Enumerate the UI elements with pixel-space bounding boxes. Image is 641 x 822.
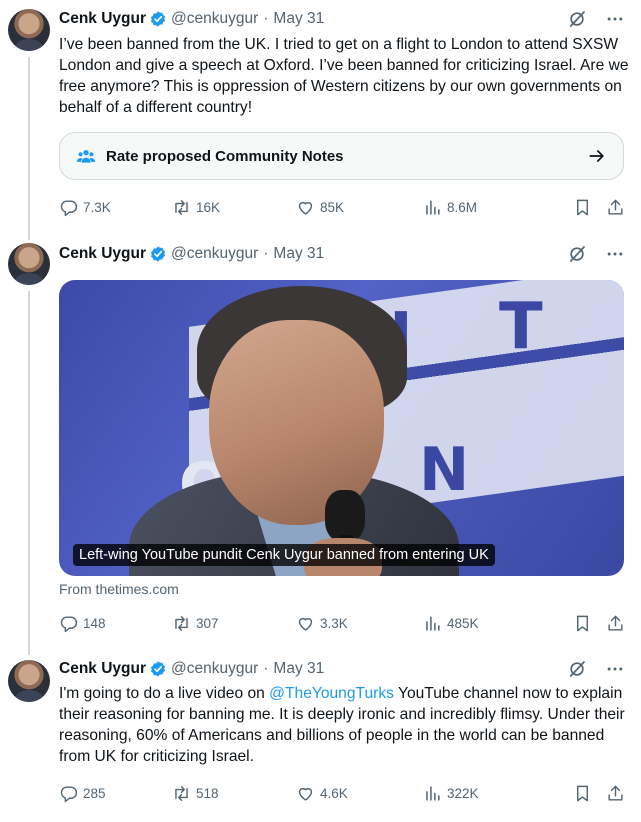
more-icon[interactable]	[605, 9, 625, 29]
author-handle[interactable]: @cenkuygur	[171, 10, 258, 28]
tweet-header: Cenk Uygur @cenkuygur · May 31	[59, 658, 324, 680]
grok-icon[interactable]	[567, 659, 587, 679]
retweet-icon	[175, 199, 188, 215]
like-count: 85K	[320, 199, 345, 215]
bookmark-icon[interactable]	[573, 198, 592, 217]
tweet-text-part: I'm going to do a live video on	[59, 685, 270, 702]
avatar[interactable]	[8, 243, 50, 285]
separator-dot: ·	[263, 10, 269, 27]
action-bar: 148 307 3.3K 485K	[59, 612, 625, 634]
heart-icon	[298, 201, 313, 215]
views-icon	[426, 615, 440, 631]
thread-line	[28, 291, 30, 655]
reply-count: 285	[83, 785, 106, 801]
action-bar: 7.3K 16K 85K 8.6M	[59, 196, 625, 218]
verified-badge-icon	[150, 246, 166, 262]
reply-icon	[60, 199, 78, 216]
views-button[interactable]: 485K	[423, 614, 558, 633]
verified-badge-icon	[150, 11, 166, 27]
share-icon[interactable]	[606, 198, 625, 217]
tweet-header: Cenk Uygur @cenkuygur · May 31	[59, 8, 324, 30]
reply-button[interactable]: 7.3K	[59, 198, 172, 217]
author-handle[interactable]: @cenkuygur	[171, 660, 258, 678]
verified-badge-icon	[150, 661, 166, 677]
views-button[interactable]: 322K	[423, 784, 558, 803]
tweet-text: I'm going to do a live video on @TheYoun…	[59, 683, 629, 767]
action-bar: 285 518 4.6K 322K	[59, 782, 625, 804]
retweet-count: 518	[196, 785, 219, 801]
retweet-icon	[175, 615, 188, 631]
card-source[interactable]: From thetimes.com	[59, 581, 179, 597]
separator-dot: ·	[263, 245, 269, 262]
views-count: 8.6M	[447, 199, 478, 215]
like-count: 3.3K	[320, 615, 348, 631]
views-icon	[426, 785, 440, 801]
retweet-button[interactable]: 518	[172, 784, 296, 803]
author-handle[interactable]: @cenkuygur	[171, 245, 258, 263]
views-count: 322K	[447, 785, 479, 801]
grok-icon[interactable]	[567, 244, 587, 264]
avatar[interactable]	[8, 9, 50, 51]
tweet-date[interactable]: May 31	[273, 245, 324, 263]
more-icon[interactable]	[605, 244, 625, 264]
tweet-3[interactable]: Cenk Uygur @cenkuygur · May 31 I'm going…	[0, 652, 641, 822]
retweet-button[interactable]: 307	[172, 614, 296, 633]
views-count: 485K	[447, 615, 479, 631]
reply-button[interactable]: 285	[59, 784, 172, 803]
tweet-header: Cenk Uygur @cenkuygur · May 31	[59, 243, 324, 265]
retweet-count: 307	[196, 615, 219, 631]
like-button[interactable]: 4.6K	[296, 784, 423, 803]
tweet-date[interactable]: May 31	[273, 660, 324, 678]
separator-dot: ·	[263, 660, 269, 677]
arrow-right-icon	[589, 150, 604, 162]
like-count: 4.6K	[320, 785, 348, 801]
mention-link[interactable]: @TheYoungTurks	[269, 685, 394, 702]
banner-letter: N	[419, 435, 470, 505]
reply-icon	[60, 615, 78, 632]
tweet-date[interactable]: May 31	[273, 10, 324, 28]
retweet-button[interactable]: 16K	[172, 198, 296, 217]
like-button[interactable]: 3.3K	[296, 614, 423, 633]
avatar[interactable]	[8, 660, 50, 702]
thread-line	[28, 57, 30, 240]
author-name[interactable]: Cenk Uygur	[59, 245, 146, 263]
reply-button[interactable]: 148	[59, 614, 172, 633]
retweet-count: 16K	[196, 199, 221, 215]
heart-icon	[298, 617, 313, 631]
share-icon[interactable]	[606, 784, 625, 803]
reply-count: 7.3K	[83, 199, 111, 215]
more-icon[interactable]	[605, 659, 625, 679]
heart-icon	[298, 787, 313, 801]
reply-count: 148	[83, 615, 106, 631]
grok-icon[interactable]	[567, 9, 587, 29]
author-name[interactable]: Cenk Uygur	[59, 660, 146, 678]
card-caption: Left-wing YouTube pundit Cenk Uygur bann…	[73, 544, 495, 566]
bookmark-icon[interactable]	[573, 784, 592, 803]
banner-letter: T	[499, 290, 543, 364]
views-icon	[426, 199, 440, 215]
community-notes-label: Rate proposed Community Notes	[106, 147, 344, 165]
tweet-1[interactable]: Cenk Uygur @cenkuygur · May 31 I’ve been…	[0, 0, 641, 240]
reply-icon	[60, 785, 78, 802]
retweet-icon	[175, 785, 188, 801]
link-card-image[interactable]: I T N O Left-wing YouTube pundit Cenk Uy…	[59, 280, 624, 576]
tweet-text: I’ve been banned from the UK. I tried to…	[59, 36, 629, 116]
like-button[interactable]: 85K	[296, 198, 423, 217]
community-notes-button[interactable]: Rate proposed Community Notes	[59, 132, 624, 180]
author-name[interactable]: Cenk Uygur	[59, 10, 146, 28]
views-button[interactable]: 8.6M	[423, 198, 558, 217]
community-notes-icon	[76, 150, 96, 163]
share-icon[interactable]	[606, 614, 625, 633]
bookmark-icon[interactable]	[573, 614, 592, 633]
